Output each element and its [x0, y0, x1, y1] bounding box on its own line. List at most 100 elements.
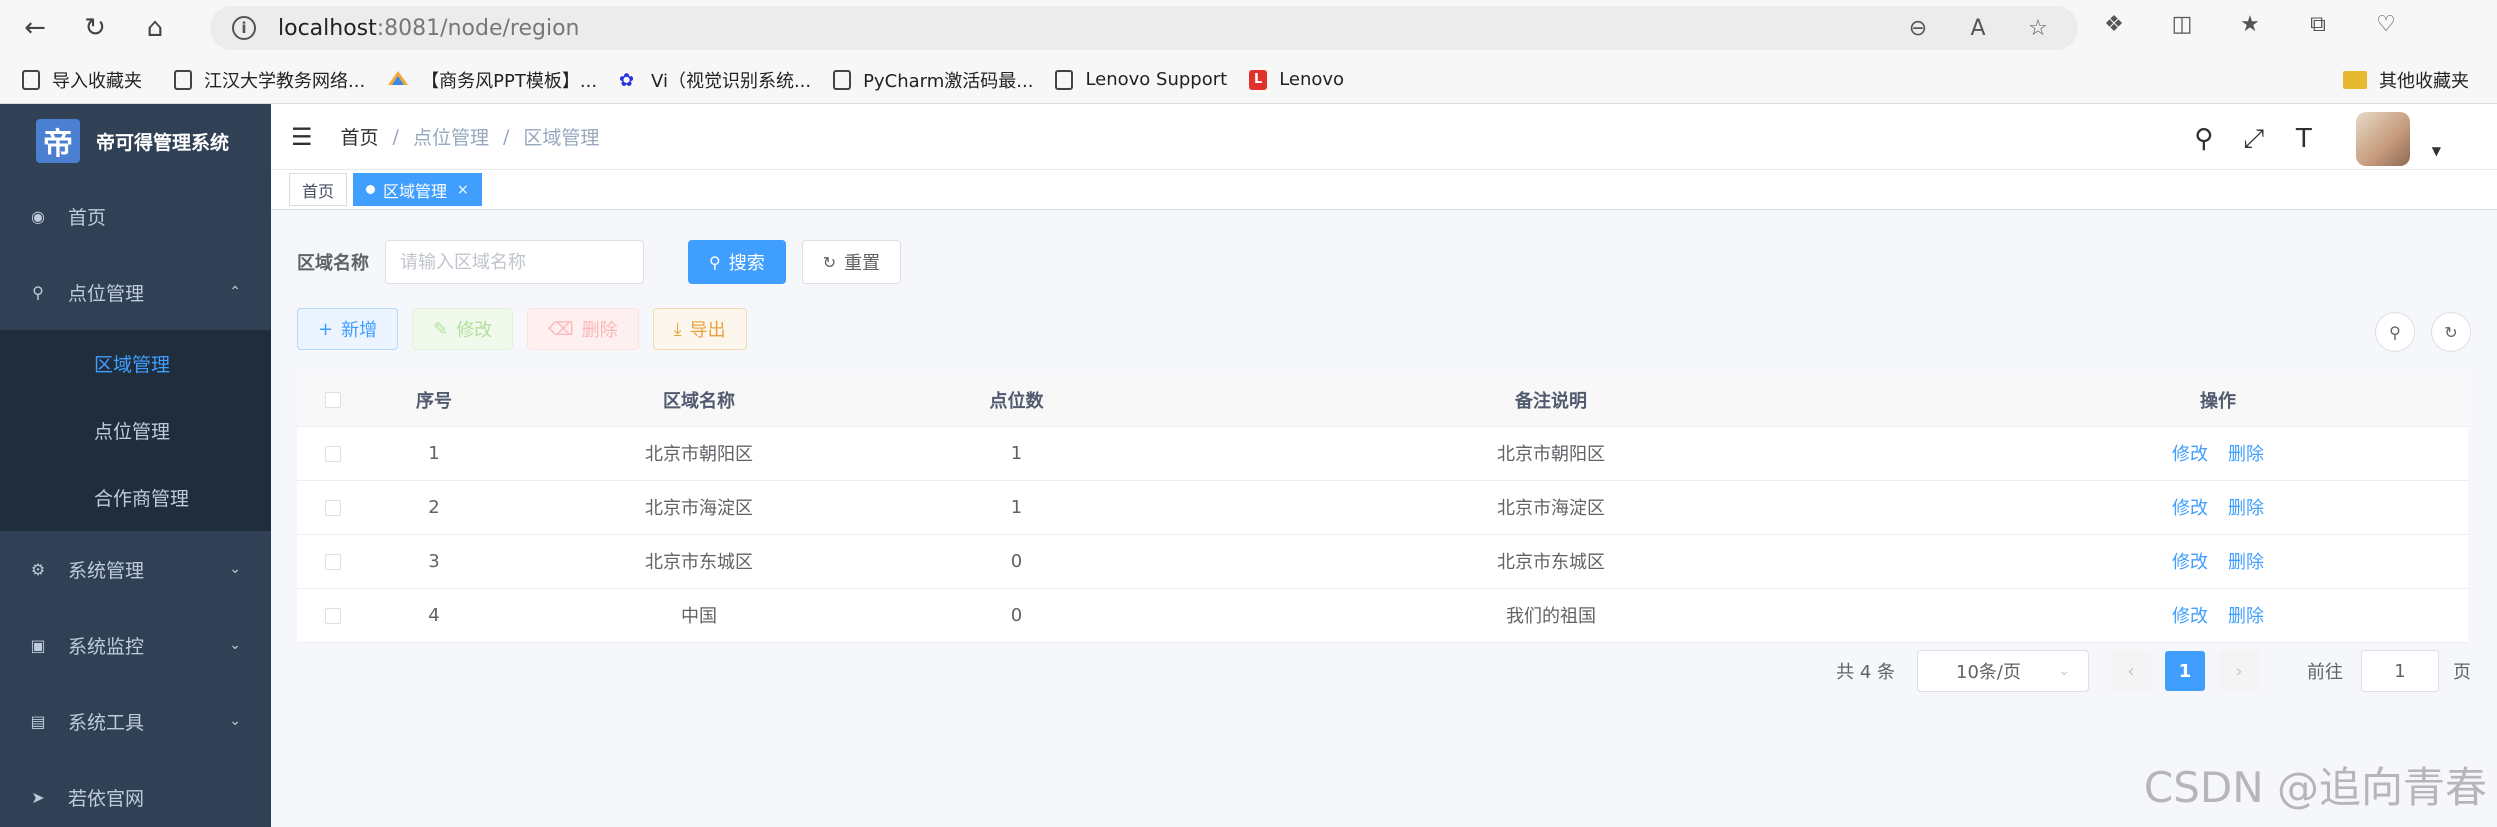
row-checkbox[interactable] — [325, 445, 341, 462]
row-delete-link[interactable]: 删除 — [2228, 444, 2264, 465]
operation-cell: 修改 删除 — [1968, 588, 2468, 643]
reset-button[interactable]: ↻ 重置 — [801, 240, 902, 284]
hamburger-menu-icon[interactable]: ☰ — [291, 123, 313, 151]
chevron-down-icon: ⌄ — [229, 713, 241, 729]
table-header-row: 序号 区域名称 点位数 备注说明 操作 — [297, 374, 2468, 427]
tag-home[interactable]: 首页 — [289, 173, 348, 206]
sidebar-item-home[interactable]: ◉ 首页 — [0, 178, 271, 254]
checkbox-cell — [297, 426, 369, 481]
region-name-cell: 北京市海淀区 — [499, 480, 899, 535]
caret-down-icon[interactable]: ▼ — [2432, 144, 2441, 158]
plus-icon: + — [318, 318, 334, 340]
split-screen-icon[interactable]: ◫ — [2168, 10, 2196, 38]
row-edit-link[interactable]: 修改 — [2172, 552, 2208, 573]
bookmark-item[interactable]: ✿ Vi（视觉识别系统... — [619, 67, 811, 93]
site-info-icon[interactable]: i — [232, 16, 256, 40]
search-button[interactable]: ⚲ 搜索 — [688, 240, 786, 284]
trash-icon: ⌫ — [548, 318, 574, 340]
lenovo-logo-icon: L — [1249, 69, 1268, 90]
chevron-down-icon: ⌄ — [229, 637, 241, 653]
app-logo[interactable]: 帝 帝可得管理系统 — [0, 104, 271, 178]
main-area: ☰ 首页 / 点位管理 / 区域管理 ⚲ ⤢ T ▼ 首页 区域管理 × 区域名… — [271, 104, 2497, 827]
select-all-checkbox[interactable] — [325, 392, 341, 409]
close-icon[interactable]: × — [457, 182, 469, 198]
node-count-cell: 1 — [899, 426, 1134, 481]
breadcrumb: 首页 / 点位管理 / 区域管理 — [341, 123, 600, 150]
url-text: localhost:8081/node/region — [278, 15, 580, 41]
back-arrow-icon[interactable]: ← — [16, 9, 54, 47]
row-delete-link[interactable]: 删除 — [2228, 552, 2264, 573]
node-count-cell: 0 — [899, 534, 1134, 589]
sidebar-item-partner[interactable]: 合作商管理 — [0, 464, 271, 531]
font-size-icon[interactable]: T — [2290, 124, 2318, 154]
column-header: 点位数 — [899, 374, 1134, 427]
export-button[interactable]: ⤓ 导出 — [652, 308, 747, 350]
index-cell: 4 — [369, 588, 499, 643]
sidebar-item-region[interactable]: 区域管理 — [0, 330, 271, 397]
breadcrumb-item[interactable]: 首页 — [341, 123, 379, 150]
sidebar-item-node[interactable]: 点位管理 — [0, 397, 271, 464]
bookmark-item[interactable]: Lenovo Support — [1055, 69, 1227, 90]
next-page-button[interactable]: › — [2219, 651, 2259, 691]
extensions-icon[interactable]: ❖ — [2100, 10, 2128, 38]
avatar[interactable] — [2355, 112, 2410, 166]
region-name-label: 区域名称 — [297, 253, 369, 274]
browser-health-icon[interactable]: ♡ — [2372, 10, 2400, 38]
page-jump-input[interactable] — [2361, 650, 2439, 692]
favorite-star-icon[interactable]: ☆ — [2024, 14, 2052, 42]
favorites-icon[interactable]: ★ — [2236, 10, 2264, 38]
bookmark-item[interactable]: L Lenovo — [1249, 69, 1344, 90]
zoom-out-icon[interactable]: ⊖ — [1904, 14, 1932, 42]
add-button[interactable]: + 新增 — [297, 308, 399, 350]
index-cell: 3 — [369, 534, 499, 589]
bookmark-item[interactable]: PyCharm激活码最... — [833, 67, 1033, 93]
tag-region[interactable]: 区域管理 × — [353, 173, 482, 206]
row-checkbox[interactable] — [325, 499, 341, 516]
page-size-select[interactable]: 10条/页 ⌄ — [1917, 650, 2089, 692]
edit-button[interactable]: ✎ 修改 — [412, 308, 514, 350]
top-navbar: ☰ 首页 / 点位管理 / 区域管理 ⚲ ⤢ T ▼ — [271, 104, 2497, 170]
prev-page-button[interactable]: ‹ — [2111, 651, 2151, 691]
reload-icon[interactable]: ↻ — [76, 9, 114, 47]
chevron-up-icon: ⌃ — [229, 284, 241, 300]
home-icon[interactable]: ⌂ — [136, 9, 174, 47]
other-bookmarks[interactable]: 其他收藏夹 — [2343, 67, 2469, 93]
breadcrumb-item: 区域管理 — [523, 127, 600, 149]
index-cell: 1 — [369, 426, 499, 481]
row-checkbox[interactable] — [325, 607, 341, 624]
address-bar[interactable]: i localhost:8081/node/region ⊖ A ☆ — [210, 6, 2078, 50]
breadcrumb-separator: / — [502, 125, 510, 148]
row-delete-link[interactable]: 删除 — [2228, 498, 2264, 519]
row-edit-link[interactable]: 修改 — [2172, 606, 2208, 627]
delete-button[interactable]: ⌫ 删除 — [527, 308, 639, 350]
bookmark-item[interactable]: 导入收藏夹 — [22, 67, 142, 93]
search-icon[interactable]: ⚲ — [2190, 124, 2218, 154]
sidebar-item-system[interactable]: ⚙ 系统管理 ⌄ — [0, 531, 271, 607]
remark-cell: 北京市海淀区 — [1134, 480, 1968, 535]
row-edit-link[interactable]: 修改 — [2172, 444, 2208, 465]
page-icon — [833, 69, 852, 90]
operation-cell: 修改 删除 — [1968, 480, 2468, 535]
search-icon: ⚲ — [709, 252, 721, 272]
tags-view: 首页 区域管理 × — [271, 170, 2497, 210]
node-count-cell: 0 — [899, 588, 1134, 643]
bookmark-item[interactable]: 【商务风PPT模板】... — [387, 67, 597, 93]
page-number-button[interactable]: 1 — [2165, 651, 2205, 691]
row-edit-link[interactable]: 修改 — [2172, 498, 2208, 519]
chevron-down-icon: ⌄ — [2058, 663, 2070, 679]
sidebar-item-node-management[interactable]: ⚲ 点位管理 ⌃ — [0, 254, 271, 330]
sidebar-item-monitor[interactable]: ▣ 系统监控 ⌄ — [0, 607, 271, 683]
column-header: 区域名称 — [499, 374, 899, 427]
refresh-icon[interactable]: ↻ — [2431, 312, 2471, 352]
toggle-search-icon[interactable]: ⚲ — [2375, 312, 2415, 352]
row-checkbox[interactable] — [325, 553, 341, 570]
sidebar-item-tools[interactable]: ▤ 系统工具 ⌄ — [0, 683, 271, 759]
app-title: 帝可得管理系统 — [96, 131, 230, 154]
collections-icon[interactable]: ⧉ — [2304, 10, 2332, 38]
region-name-input[interactable] — [385, 240, 644, 284]
fullscreen-icon[interactable]: ⤢ — [2240, 124, 2268, 155]
bookmark-item[interactable]: 江汉大学教务网络... — [174, 67, 365, 93]
sidebar-item-website[interactable]: ➤ 若依官网 — [0, 759, 271, 827]
row-delete-link[interactable]: 删除 — [2228, 606, 2264, 627]
read-aloud-icon[interactable]: A — [1964, 14, 1992, 42]
